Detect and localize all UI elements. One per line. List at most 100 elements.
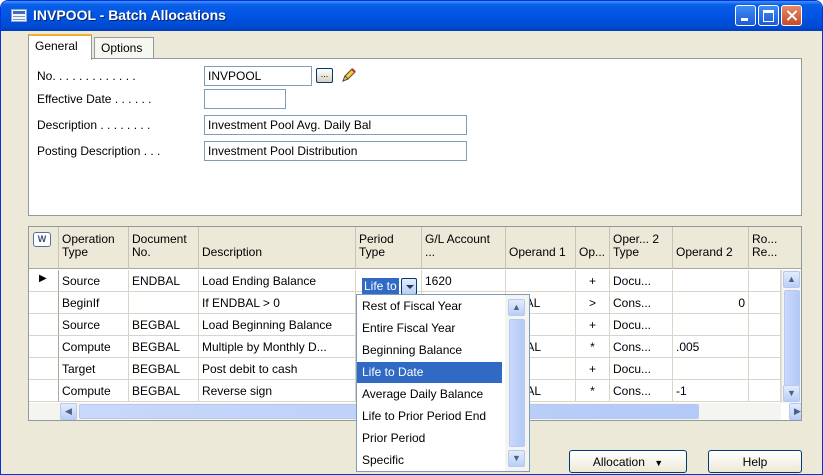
dropdown-option[interactable]: Beginning Balance	[357, 340, 502, 361]
header-document-no[interactable]: Document No.	[129, 227, 199, 269]
header-description[interactable]: Description	[199, 227, 356, 269]
dropdown-scrollbar-thumb[interactable]	[509, 319, 525, 447]
cell-operation-type[interactable]: Compute	[59, 380, 129, 402]
no-label: No. . . . . . . . . . . . .	[37, 69, 136, 83]
assist-edit-icon[interactable]: ...	[316, 68, 333, 83]
header-gl-account[interactable]: G/L Account ...	[422, 227, 506, 269]
dropdown-option[interactable]: Life to Date	[357, 362, 502, 383]
header-ro-re[interactable]: Ro... Re...	[749, 227, 801, 269]
title-bar[interactable]: INVPOOL - Batch Allocations	[1, 1, 822, 31]
header-operand1[interactable]: Operand 1	[506, 227, 576, 269]
tab-options[interactable]: Options	[94, 37, 154, 59]
cell-oper2-type[interactable]: Cons...	[610, 292, 673, 314]
cell-operation-type[interactable]: Compute	[59, 336, 129, 358]
cell-ro-re[interactable]	[749, 270, 781, 292]
effective-date-label: Effective Date . . . . . .	[37, 92, 152, 106]
effective-date-field[interactable]	[204, 89, 286, 109]
cell-document-no[interactable]: BEGBAL	[129, 380, 199, 402]
cell-description[interactable]: If ENDBAL > 0	[199, 292, 356, 314]
cell-document-no[interactable]	[129, 292, 199, 314]
posting-description-field[interactable]: Investment Pool Distribution	[204, 141, 467, 161]
allocation-button-label: Allocation	[592, 455, 645, 469]
grid-vertical-scrollbar[interactable]: ▲ ▼	[781, 270, 801, 403]
dropdown-option[interactable]: Life to Prior Period End	[357, 406, 502, 427]
cell-operand2[interactable]: .005	[673, 336, 749, 358]
cell-ro-re[interactable]	[749, 380, 781, 402]
dropdown-scrollbar[interactable]: ▲ ▼	[505, 295, 529, 471]
row-selector[interactable]	[29, 358, 59, 380]
no-field[interactable]: INVPOOL	[204, 66, 312, 86]
cell-document-no[interactable]: ENDBAL	[129, 270, 199, 292]
header-oper2-type[interactable]: Oper... 2 Type	[610, 227, 673, 269]
description-label: Description . . . . . . . .	[37, 118, 151, 132]
scroll-down-icon[interactable]: ▼	[783, 385, 800, 402]
dropdown-option[interactable]: Specific	[357, 450, 502, 471]
cell-description[interactable]: Load Ending Balance	[199, 270, 356, 292]
close-button[interactable]	[781, 5, 802, 26]
header-period-type[interactable]: Period Type	[356, 227, 422, 269]
cell-ro-re[interactable]	[749, 336, 781, 358]
cell-oper2-type[interactable]: Cons...	[610, 380, 673, 402]
cell-operation-type[interactable]: Source	[59, 314, 129, 336]
description-field[interactable]: Investment Pool Avg. Daily Bal	[204, 115, 467, 135]
maximize-button[interactable]	[758, 5, 779, 26]
tab-general[interactable]: General	[28, 34, 92, 60]
cell-ro-re[interactable]	[749, 358, 781, 380]
header-operation-type[interactable]: Operation Type	[59, 227, 129, 269]
cell-oper2-type[interactable]: Docu...	[610, 358, 673, 380]
cell-document-no[interactable]: BEGBAL	[129, 314, 199, 336]
cell-description[interactable]: Post debit to cash	[199, 358, 356, 380]
row-selector[interactable]	[29, 314, 59, 336]
dropdown-option[interactable]: Average Daily Balance	[357, 384, 502, 405]
header-op[interactable]: Op...	[576, 227, 610, 269]
header-operand2[interactable]: Operand 2	[673, 227, 749, 269]
dropdown-scroll-down-icon[interactable]: ▼	[508, 450, 525, 467]
row-selector[interactable]	[29, 292, 59, 314]
cell-description[interactable]: Load Beginning Balance	[199, 314, 356, 336]
cell-description[interactable]: Reverse sign	[199, 380, 356, 402]
scroll-right-icon[interactable]: ▶	[789, 403, 801, 420]
cell-op[interactable]: +	[576, 314, 610, 336]
period-type-dropdown-button[interactable]	[401, 278, 417, 295]
cell-operation-type[interactable]: Target	[59, 358, 129, 380]
cell-operand2[interactable]	[673, 358, 749, 380]
grid-view-icon[interactable]: W	[33, 232, 51, 247]
cell-operand2[interactable]	[673, 314, 749, 336]
cell-ro-re[interactable]	[749, 314, 781, 336]
cell-ro-re[interactable]	[749, 292, 781, 314]
period-type-combo-value[interactable]: Life to	[362, 278, 399, 295]
scroll-left-icon[interactable]: ◀	[60, 403, 77, 420]
cell-operation-type[interactable]: Source	[59, 270, 129, 292]
cell-op[interactable]: +	[576, 270, 610, 292]
help-button[interactable]: Help	[708, 450, 802, 473]
cell-operand2[interactable]	[673, 270, 749, 292]
cell-gl-account[interactable]: 1620	[422, 270, 506, 292]
row-selector[interactable]	[29, 336, 59, 358]
cell-oper2-type[interactable]: Docu...	[610, 314, 673, 336]
edit-pencil-icon[interactable]	[341, 67, 357, 83]
scroll-up-icon[interactable]: ▲	[783, 271, 800, 288]
scrollbar-thumb[interactable]	[784, 290, 800, 386]
cell-op[interactable]: *	[576, 380, 610, 402]
cell-operation-type[interactable]: BeginIf	[59, 292, 129, 314]
cell-operand1[interactable]	[506, 270, 576, 292]
cell-op[interactable]: *	[576, 336, 610, 358]
dropdown-option[interactable]: Entire Fiscal Year	[357, 318, 502, 339]
cell-oper2-type[interactable]: Cons...	[610, 336, 673, 358]
row-selector[interactable]	[29, 380, 59, 402]
cell-op[interactable]: >	[576, 292, 610, 314]
cell-description[interactable]: Multiple by Monthly D...	[199, 336, 356, 358]
batch-allocations-window: INVPOOL - Batch Allocations General Opti…	[0, 0, 823, 475]
cell-document-no[interactable]: BEGBAL	[129, 336, 199, 358]
cell-oper2-type[interactable]: Docu...	[610, 270, 673, 292]
cell-document-no[interactable]: BEGBAL	[129, 358, 199, 380]
row-selector[interactable]: ▶	[29, 270, 59, 292]
minimize-button[interactable]	[735, 5, 756, 26]
cell-operand2[interactable]: 0	[673, 292, 749, 314]
cell-op[interactable]: +	[576, 358, 610, 380]
dropdown-option[interactable]: Prior Period	[357, 428, 502, 449]
dropdown-option[interactable]: Rest of Fiscal Year	[357, 296, 502, 317]
dropdown-scroll-up-icon[interactable]: ▲	[508, 299, 525, 316]
cell-operand2[interactable]: -1	[673, 380, 749, 402]
allocation-button[interactable]: Allocation ▼	[569, 450, 687, 473]
